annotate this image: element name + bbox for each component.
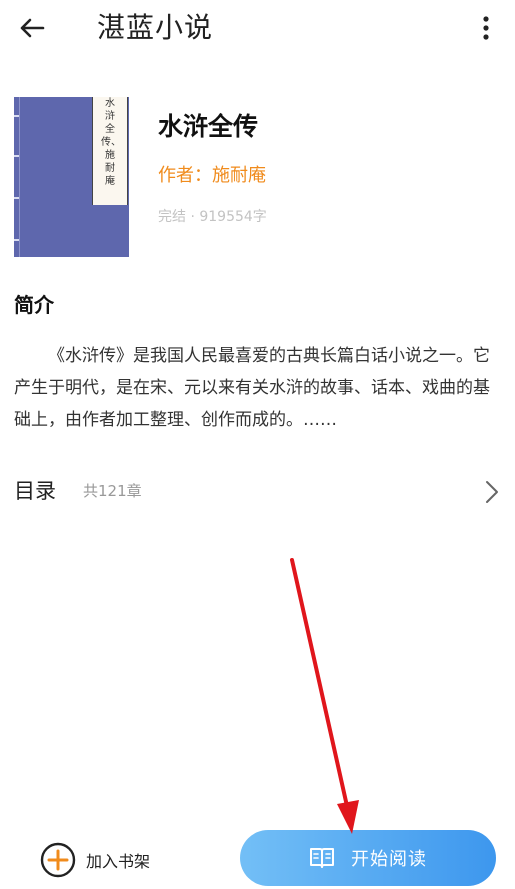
- book-author[interactable]: 作者：施耐庵: [158, 163, 266, 189]
- book-title: 水浒全传: [158, 112, 259, 141]
- cover-title-label: 水浒全传、施耐庵: [92, 97, 128, 205]
- book-cover[interactable]: 水浒全传、施耐庵: [14, 97, 129, 257]
- book-meta: 完结 · 919554字: [158, 209, 267, 225]
- app-title: 湛蓝小说: [97, 11, 214, 44]
- start-reading-label: 开始阅读: [351, 849, 427, 870]
- arrow-left-icon: [20, 18, 45, 38]
- chevron-right-icon: [486, 481, 498, 503]
- toc-label: 目录: [14, 479, 56, 503]
- plus-circle-icon: [40, 842, 76, 878]
- more-button[interactable]: [471, 10, 501, 46]
- cover-title-text: 水浒全传、施耐庵: [101, 98, 121, 187]
- start-reading-button[interactable]: 开始阅读: [240, 830, 496, 886]
- intro-text: 《水浒传》是我国人民最喜爱的古典长篇白话小说之一。它产生于明代，是在宋、元以来有…: [14, 346, 490, 430]
- add-to-shelf-label: 加入书架: [86, 852, 151, 871]
- back-button[interactable]: [12, 10, 52, 46]
- toc-row[interactable]: 目录 共121章: [0, 472, 515, 512]
- add-to-shelf-button[interactable]: 加入书架: [40, 840, 150, 880]
- book-open-icon: [310, 848, 334, 868]
- intro-heading: 简介: [14, 293, 54, 317]
- more-vertical-icon: [483, 16, 489, 40]
- toc-chapter-count: 共121章: [83, 482, 142, 500]
